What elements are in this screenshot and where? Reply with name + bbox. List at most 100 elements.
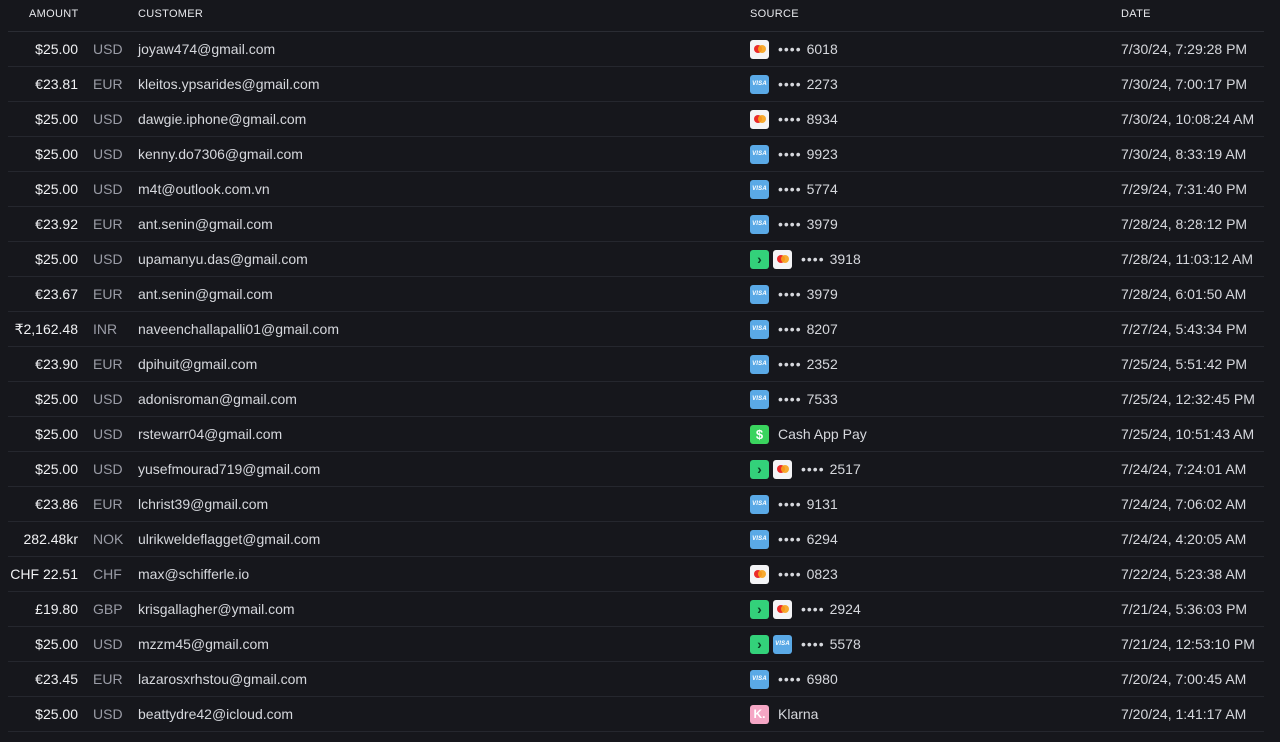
customer-email[interactable]: joyaw474@gmail.com	[138, 32, 275, 66]
amount-cell: $25.00	[35, 181, 78, 197]
date-cell: 7/21/24, 5:36:03 PM	[1121, 601, 1248, 617]
currency-cell: EUR	[93, 671, 123, 687]
masked-digits: ••••	[778, 286, 802, 302]
table-row[interactable]: $25.00 USD upamanyu.das@gmail.com › •••• 3918…	[8, 242, 1264, 277]
visa-icon: VISA	[750, 529, 769, 549]
column-header-amount[interactable]: AMOUNT	[29, 8, 78, 20]
customer-email[interactable]: dpihuit@gmail.com	[138, 347, 257, 381]
date-cell: 7/28/24, 8:28:12 PM	[1121, 216, 1248, 232]
masked-digits: ••••	[778, 391, 802, 407]
customer-email[interactable]: krisgallagher@ymail.com	[138, 592, 295, 626]
currency-cell: CHF	[93, 566, 122, 582]
amount-cell: $25.00	[35, 706, 78, 722]
table-row[interactable]: $25.00 USD m4t@outlook.com.vn VISA •••• 5774 7…	[8, 172, 1264, 207]
visa-icon: VISA	[750, 354, 769, 374]
source-cell: VISA •••• 6980	[750, 662, 838, 696]
amount-cell: $25.00	[35, 426, 78, 442]
customer-email[interactable]: ant.senin@gmail.com	[138, 207, 273, 241]
payment-method-label: Klarna	[778, 706, 819, 722]
visa-icon-glyph: VISA	[752, 221, 767, 227]
date-cell: 7/22/24, 5:23:38 AM	[1121, 566, 1247, 582]
masked-digits: ••••	[778, 531, 802, 547]
customer-email[interactable]: dawgie.iphone@gmail.com	[138, 102, 306, 136]
date-cell: 7/30/24, 10:08:24 AM	[1121, 111, 1255, 127]
table-row[interactable]: $25.00 USD adonisroman@gmail.com VISA •••• 75…	[8, 382, 1264, 417]
customer-email[interactable]: ant.senin@gmail.com	[138, 277, 273, 311]
masked-digits: ••••	[778, 321, 802, 337]
klarna-icon: K.	[750, 704, 769, 724]
link-icon: ›	[750, 599, 769, 619]
amount-cell: $25.00	[35, 461, 78, 477]
card-last4: 9131	[806, 496, 838, 512]
currency-cell: USD	[93, 706, 123, 722]
source-cell: VISA •••• 6294	[750, 522, 838, 556]
source-cell: •••• 8934	[750, 102, 838, 136]
table-row[interactable]: $25.00 USD kenny.do7306@gmail.com VISA •••• 9…	[8, 137, 1264, 172]
source-cell: K. Klarna	[750, 697, 818, 731]
customer-email[interactable]: adonisroman@gmail.com	[138, 382, 297, 416]
visa-icon: VISA	[773, 634, 792, 654]
link-icon-glyph: ›	[757, 460, 762, 477]
customer-email[interactable]: naveenchallapalli01@gmail.com	[138, 312, 339, 346]
table-row[interactable]: $25.00 USD dawgie.iphone@gmail.com •••• 8934…	[8, 102, 1264, 137]
column-header-customer[interactable]: CUSTOMER	[138, 8, 203, 20]
visa-icon: VISA	[750, 284, 769, 304]
card-last4: 7533	[806, 391, 838, 407]
cash-app-icon: $	[750, 424, 769, 444]
date-cell: 7/30/24, 7:29:28 PM	[1121, 41, 1248, 57]
table-row[interactable]: $25.00 USD rstewarr04@gmail.com $ Cash App P…	[8, 417, 1264, 452]
source-cell: •••• 6018	[750, 32, 838, 66]
table-row[interactable]: £19.80 GBP krisgallagher@ymail.com › •••• 292…	[8, 592, 1264, 627]
card-last4: 8934	[806, 111, 838, 127]
table-row[interactable]: €23.81 EUR kleitos.ypsarides@gmail.com VISA…	[8, 67, 1264, 102]
table-row[interactable]: €23.92 EUR ant.senin@gmail.com VISA •••• 3979…	[8, 207, 1264, 242]
table-row[interactable]: €23.86 EUR lchrist39@gmail.com VISA •••• 9131…	[8, 487, 1264, 522]
link-icon: ›	[750, 249, 769, 269]
currency-cell: USD	[93, 146, 123, 162]
table-row[interactable]: €23.90 EUR dpihuit@gmail.com VISA •••• 2352 7/…	[8, 347, 1264, 382]
cash-app-icon-glyph: $	[755, 426, 764, 442]
customer-email[interactable]: ulrikweldeflagget@gmail.com	[138, 522, 320, 556]
amount-cell: €23.86	[35, 496, 78, 512]
card-last4: 2273	[806, 76, 838, 92]
table-row[interactable]: CHF 22.51 CHF max@schifferle.io •••• 0823 7/2…	[8, 557, 1264, 592]
source-cell: $ Cash App Pay	[750, 417, 867, 451]
customer-email[interactable]: beattydre42@icloud.com	[138, 697, 293, 731]
table-row[interactable]: 282.48kr NOK ulrikweldeflagget@gmail.com VI…	[8, 522, 1264, 557]
mastercard-icon	[750, 564, 769, 584]
customer-email[interactable]: mzzm45@gmail.com	[138, 627, 269, 661]
masked-digits: ••••	[778, 496, 802, 512]
card-last4: 0823	[806, 566, 838, 582]
customer-email[interactable]: max@schifferle.io	[138, 557, 249, 591]
column-header-date[interactable]: DATE	[1121, 8, 1151, 20]
date-cell: 7/28/24, 6:01:50 AM	[1121, 286, 1247, 302]
customer-email[interactable]: lazarosxrhstou@gmail.com	[138, 662, 307, 696]
visa-icon-glyph: VISA	[752, 396, 767, 402]
table-row[interactable]: €23.45 EUR lazarosxrhstou@gmail.com VISA •••…	[8, 662, 1264, 697]
source-cell: › •••• 2924	[750, 592, 861, 626]
table-row[interactable]: ₹2,162.48 INR naveenchallapalli01@gmail.co…	[8, 312, 1264, 347]
card-last4: 6018	[806, 41, 838, 57]
customer-email[interactable]: m4t@outlook.com.vn	[138, 172, 270, 206]
card-last4: 3979	[806, 216, 838, 232]
card-last4: 8207	[806, 321, 838, 337]
currency-cell: USD	[93, 461, 123, 477]
currency-cell: USD	[93, 111, 123, 127]
link-icon-glyph: ›	[757, 635, 762, 652]
table-row[interactable]: $25.00 USD joyaw474@gmail.com •••• 6018 7/30/…	[8, 32, 1264, 67]
table-row[interactable]: €23.67 EUR ant.senin@gmail.com VISA •••• 3979…	[8, 277, 1264, 312]
source-cell: VISA •••• 3979	[750, 277, 838, 311]
table-row[interactable]: $25.00 USD mzzm45@gmail.com › VISA •••• 5578 7/…	[8, 627, 1264, 662]
card-last4: 5578	[829, 636, 861, 652]
customer-email[interactable]: rstewarr04@gmail.com	[138, 417, 282, 451]
table-row[interactable]: $25.00 USD beattydre42@icloud.com K. Klarna 7…	[8, 697, 1264, 732]
customer-email[interactable]: kleitos.ypsarides@gmail.com	[138, 67, 320, 101]
currency-cell: GBP	[93, 601, 123, 617]
customer-email[interactable]: upamanyu.das@gmail.com	[138, 242, 308, 276]
column-header-source[interactable]: SOURCE	[750, 8, 799, 20]
customer-email[interactable]: yusefmourad719@gmail.com	[138, 452, 320, 486]
source-cell: •••• 0823	[750, 557, 838, 591]
customer-email[interactable]: lchrist39@gmail.com	[138, 487, 268, 521]
table-row[interactable]: $25.00 USD yusefmourad719@gmail.com › •••• 25…	[8, 452, 1264, 487]
customer-email[interactable]: kenny.do7306@gmail.com	[138, 137, 303, 171]
